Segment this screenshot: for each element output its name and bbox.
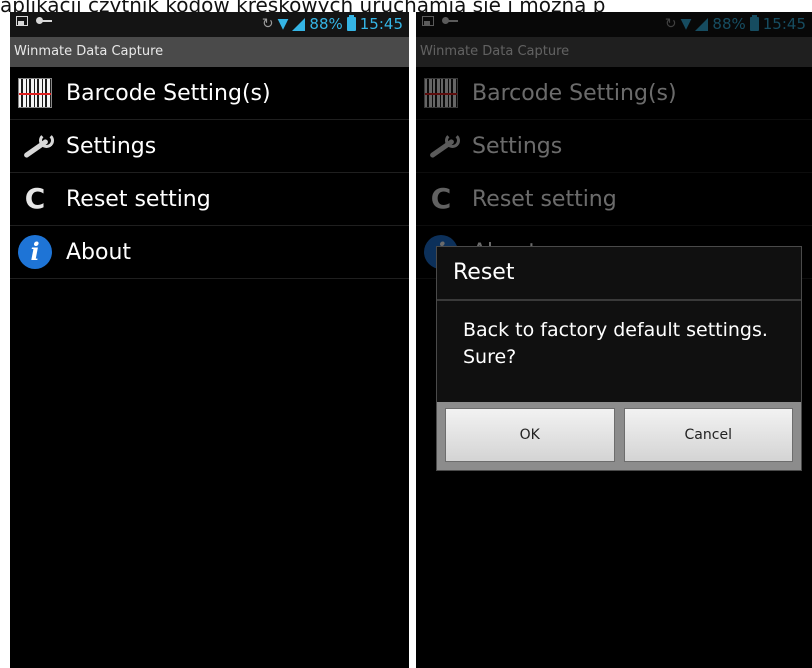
battery-percent: 88% xyxy=(712,15,746,33)
dialog-actions: OK Cancel xyxy=(437,402,801,470)
key-icon xyxy=(442,17,458,25)
dialog-title: Reset xyxy=(437,247,801,301)
status-bar: ↻ ▼ 88% 15:45 xyxy=(10,12,409,37)
menu-item-reset-setting: C Reset setting xyxy=(416,173,812,226)
wrench-icon xyxy=(424,129,460,163)
screen-reset-dialog: ↻ ▼ 88% 15:45 Winmate Data Capture Barco… xyxy=(416,12,812,668)
status-time: 15:45 xyxy=(762,15,806,33)
barcode-icon xyxy=(18,78,52,108)
app-title: Winmate Data Capture xyxy=(10,37,409,67)
battery-icon xyxy=(749,15,759,31)
key-icon xyxy=(36,17,52,25)
status-bar: ↻ ▼ 88% 15:45 xyxy=(416,12,812,37)
battery-icon xyxy=(346,15,356,31)
info-icon: i xyxy=(18,235,52,269)
signal-icon xyxy=(292,17,306,31)
menu-item-label: Settings xyxy=(472,133,563,159)
dialog-message: Back to factory default settings. Sure? xyxy=(463,319,768,368)
barcode-icon xyxy=(424,78,458,108)
menu-item-about[interactable]: i About xyxy=(10,226,409,279)
menu-item-settings: Settings xyxy=(416,120,812,173)
sync-icon: ↻ xyxy=(664,16,677,32)
main-menu: Barcode Setting(s) Settings C Reset sett… xyxy=(10,67,409,279)
battery-percent: 88% xyxy=(309,15,343,33)
cancel-button[interactable]: Cancel xyxy=(623,408,793,462)
menu-item-barcode-settings: Barcode Setting(s) xyxy=(416,67,812,120)
screen-main-menu: ↻ ▼ 88% 15:45 Winmate Data Capture Barco… xyxy=(10,12,409,668)
wrench-icon xyxy=(18,129,54,163)
wifi-icon: ▼ xyxy=(277,16,289,32)
reset-icon: C xyxy=(430,182,452,215)
status-time: 15:45 xyxy=(359,15,403,33)
wifi-icon: ▼ xyxy=(680,16,692,32)
menu-item-label: Settings xyxy=(66,133,157,159)
menu-item-label: Reset setting xyxy=(472,186,617,212)
signal-icon xyxy=(695,17,709,31)
ok-button[interactable]: OK xyxy=(445,408,615,462)
image-icon xyxy=(16,16,28,26)
menu-item-reset-setting[interactable]: C Reset setting xyxy=(10,173,409,226)
menu-item-label: About xyxy=(66,239,132,265)
app-title: Winmate Data Capture xyxy=(416,37,812,67)
menu-item-barcode-settings[interactable]: Barcode Setting(s) xyxy=(10,67,409,120)
reset-icon: C xyxy=(24,182,46,215)
menu-item-settings[interactable]: Settings xyxy=(10,120,409,173)
reset-dialog: Reset Back to factory default settings. … xyxy=(436,246,802,471)
image-icon xyxy=(422,16,434,26)
sync-icon: ↻ xyxy=(261,16,274,32)
menu-item-label: Barcode Setting(s) xyxy=(472,80,677,106)
menu-item-label: Reset setting xyxy=(66,186,211,212)
menu-item-label: Barcode Setting(s) xyxy=(66,80,271,106)
